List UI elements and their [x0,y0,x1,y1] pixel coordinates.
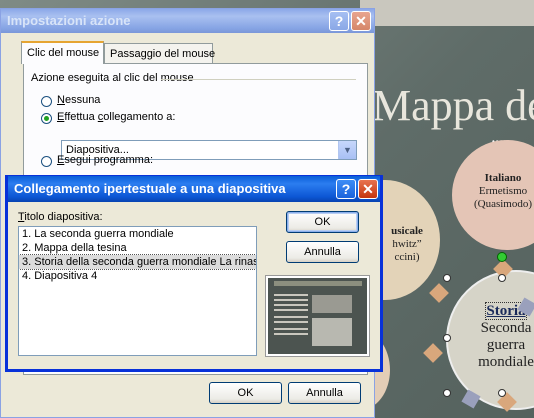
slide-preview [265,275,370,357]
list-item[interactable]: 2. Mappa della tesina [19,241,256,255]
resize-handle[interactable] [498,389,506,397]
group-divider [161,79,356,80]
radio-none[interactable] [41,96,52,107]
action-settings-titlebar[interactable]: Impostazioni azione ? ✕ [1,9,374,33]
slide-title: Mappa dell [372,81,534,130]
action-settings-title: Impostazioni azione [7,13,131,28]
resize-handle[interactable] [443,389,451,397]
chevron-down-icon[interactable]: ▼ [338,141,356,159]
preview-text-line [274,309,308,311]
arrow-shape [423,343,443,363]
slide-top-band [360,0,534,26]
resize-handle[interactable] [498,274,506,282]
preview-text-line [274,321,308,323]
resize-handle[interactable] [443,334,451,342]
preview-text-line [274,294,308,296]
close-icon[interactable]: ✕ [358,179,378,199]
hyperlink-title: Collegamento ipertestuale a una diaposit… [14,181,286,196]
ok-button[interactable]: OK [286,211,359,233]
preview-text-line [274,304,308,306]
radio-run-program-label[interactable]: Esegui programma: [57,154,153,166]
hyperlink-slide-dialog: Collegamento ipertestuale a una diaposit… [5,175,383,372]
preview-thumbnail [268,278,367,354]
radio-run-program[interactable] [41,156,52,167]
arrow-shape [429,283,449,303]
hyperlink-titlebar[interactable]: Collegamento ipertestuale a una diaposit… [8,176,380,202]
list-item[interactable]: 4. Diapositiva 4 [19,269,256,283]
rotation-handle[interactable] [497,252,507,262]
radio-none-label[interactable]: Nessuna [57,94,100,106]
tab-mouse-over[interactable]: Passaggio del mouse [104,43,215,63]
radio-link[interactable] [41,113,52,124]
list-item[interactable]: 1. La seconda guerra mondiale [19,227,256,241]
preview-text-line [274,328,308,330]
cancel-button[interactable]: Annulla [288,382,361,404]
radio-link-label[interactable]: Effettua collegamento a: [57,111,175,123]
close-icon[interactable]: ✕ [351,11,371,31]
preview-text-line [274,316,308,318]
cancel-button[interactable]: Annulla [286,241,359,263]
preview-photo [312,318,352,346]
slide-title-label: Titolo diapositiva: [18,211,103,223]
tab-mouse-click[interactable]: Clic del mouse [21,41,104,64]
help-icon[interactable]: ? [336,179,356,199]
slide-list[interactable]: 1. La seconda guerra mondiale 2. Mappa d… [18,226,257,356]
resize-handle[interactable] [443,274,451,282]
preview-title-bar [274,281,362,286]
storia-text[interactable]: Storia Seconda guerra mondiale [456,302,534,371]
italiano-text: Italiano Ermetismo (Quasimodo) [473,172,533,210]
preview-photo [312,295,352,313]
group-label: Azione eseguita al clic del mouse [31,72,194,84]
ok-button[interactable]: OK [209,382,282,404]
list-item-selected[interactable]: 3. Storia della seconda guerra mondiale … [19,254,256,270]
help-icon[interactable]: ? [329,11,349,31]
preview-text-line [274,333,308,335]
preview-text-line [274,299,308,301]
